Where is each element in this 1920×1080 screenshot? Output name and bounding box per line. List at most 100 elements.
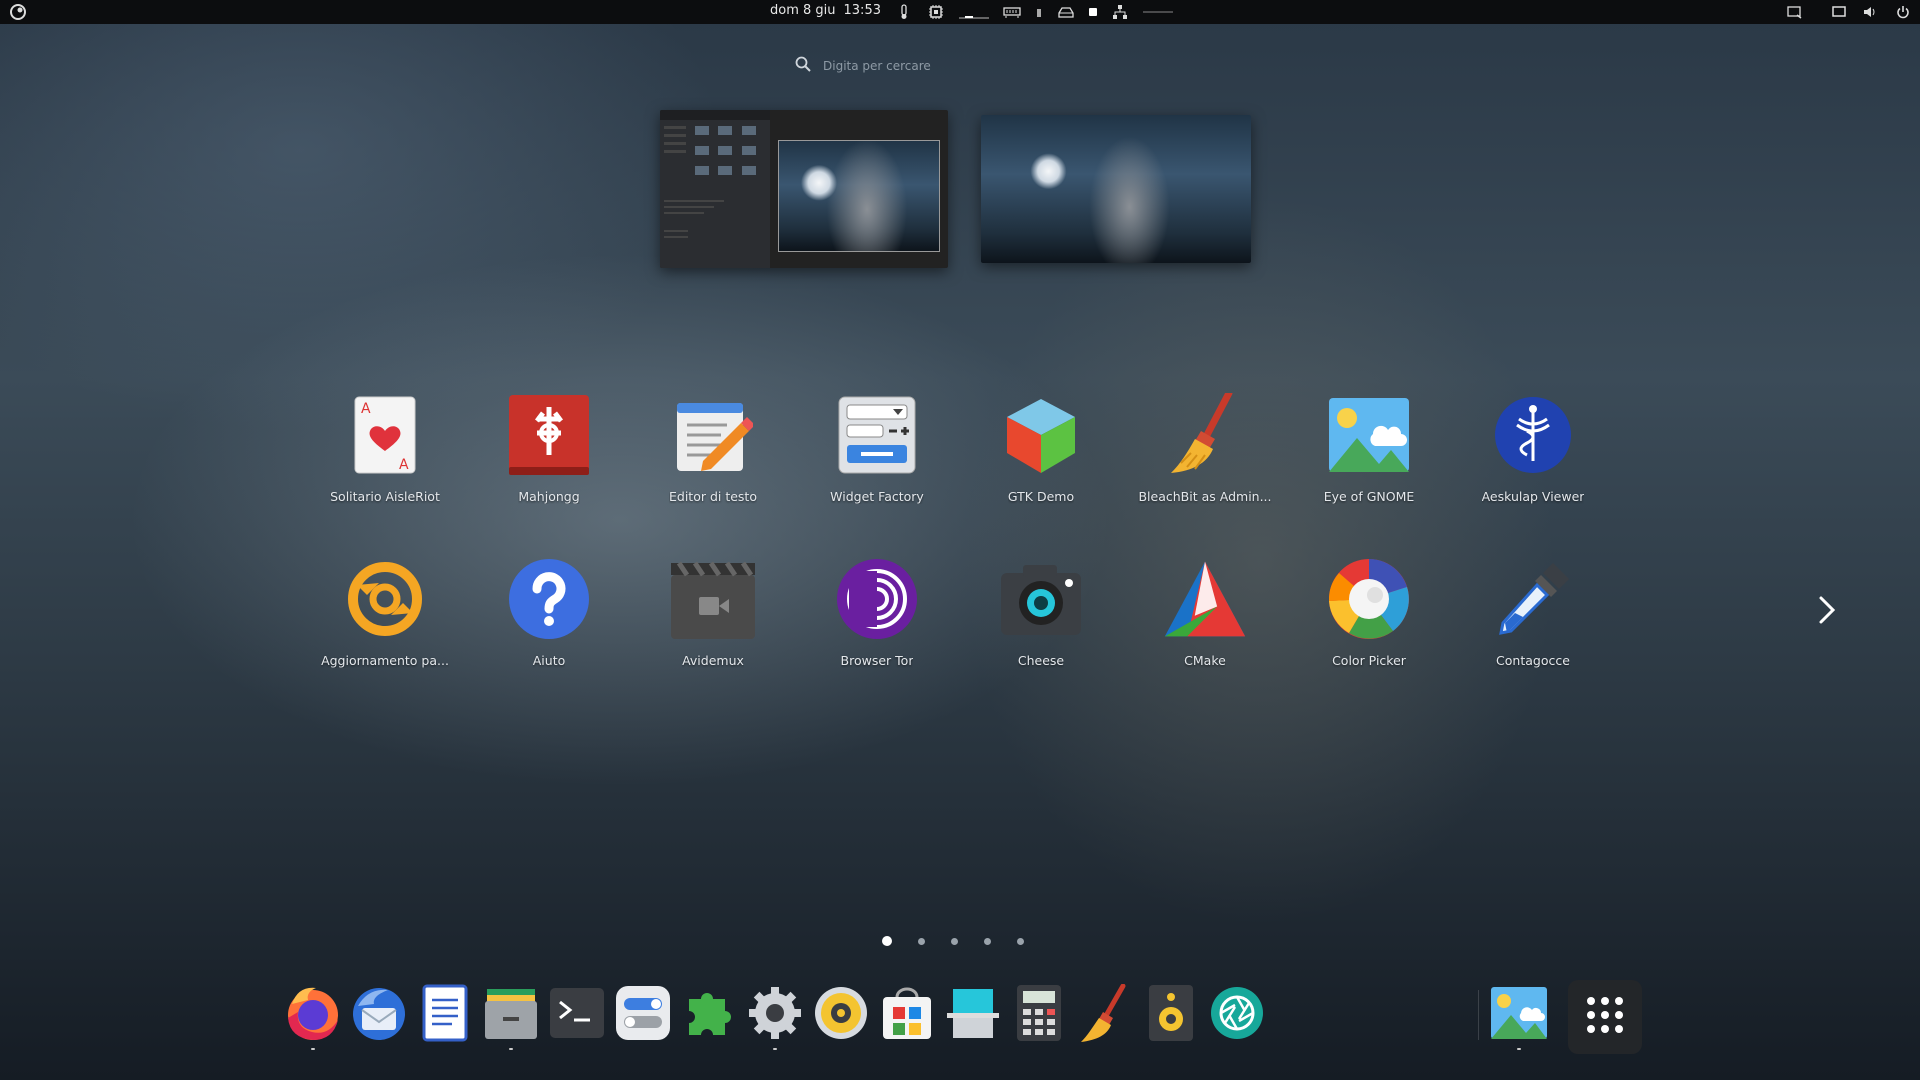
- thermometer-icon: [895, 3, 913, 21]
- svg-text:A: A: [361, 401, 371, 417]
- file-manager-icon: [483, 985, 539, 1045]
- page-dot-4[interactable]: [984, 937, 991, 945]
- eyedropper-icon: [1491, 557, 1575, 641]
- storage-icon: [1057, 3, 1075, 21]
- app-text-editor[interactable]: Editor di testo: [633, 393, 793, 504]
- status-area[interactable]: [1786, 3, 1912, 21]
- display-icon[interactable]: [1830, 3, 1848, 21]
- image-viewer-icon: [1491, 987, 1547, 1043]
- avidemux-icon: [671, 557, 755, 641]
- cpu-icon: [927, 3, 945, 21]
- dock-item-document-writer[interactable]: [416, 984, 474, 1046]
- app-label: Browser Tor: [840, 653, 914, 668]
- app-eyedropper[interactable]: Contagocce: [1453, 557, 1613, 668]
- dock-item-bleachbit[interactable]: [1076, 983, 1134, 1046]
- help-icon: [507, 557, 591, 641]
- screenshot-icon[interactable]: [1786, 3, 1804, 21]
- image-viewer-icon: [1327, 393, 1411, 477]
- cheese-camera-icon: [999, 557, 1083, 641]
- app-cmake[interactable]: CMake: [1125, 557, 1285, 668]
- ram-icon: [1003, 3, 1021, 21]
- app-cheese[interactable]: Cheese: [961, 557, 1121, 668]
- dock-item-file-manager[interactable]: [482, 985, 540, 1050]
- cmake-icon: [1163, 557, 1247, 641]
- search-input[interactable]: [821, 58, 1125, 74]
- dock-item-image-viewer[interactable]: [1490, 986, 1548, 1050]
- app-label: Avidemux: [682, 653, 744, 668]
- dock-item-software-store[interactable]: [878, 986, 936, 1044]
- workspace-thumbnail-2[interactable]: [981, 115, 1251, 263]
- dock-item-tweaks[interactable]: [614, 986, 672, 1044]
- network-graph-icon: [1143, 3, 1173, 21]
- show-apps-button[interactable]: [1568, 980, 1642, 1054]
- network-icon: [1111, 3, 1129, 21]
- time-label: 13:53: [843, 3, 881, 18]
- ram-usage-icon: [1035, 3, 1043, 21]
- app-widget-factory[interactable]: Widget Factory: [797, 393, 957, 504]
- app-bleachbit-admin[interactable]: BleachBit as Admin...: [1125, 393, 1285, 504]
- mahjongg-icon: [507, 393, 591, 477]
- wallpaper-thumbnail: [981, 115, 1251, 263]
- app-software-update[interactable]: Aggiornamento pa...: [305, 557, 465, 668]
- running-indicator: [1517, 1048, 1521, 1050]
- app-avidemux[interactable]: Avidemux: [633, 557, 793, 668]
- app-mahjongg[interactable]: Mahjongg: [469, 393, 629, 504]
- dock-item-calculator[interactable]: [1010, 985, 1068, 1045]
- page-dot-1[interactable]: [882, 936, 892, 946]
- system-monitor-tray[interactable]: [895, 3, 1187, 21]
- dock-separator: [1478, 990, 1479, 1040]
- app-label: Eye of GNOME: [1323, 489, 1415, 504]
- dock-item-music-player[interactable]: [812, 986, 870, 1044]
- dock-item-terminal[interactable]: [548, 986, 606, 1044]
- app-label: Color Picker: [1332, 653, 1406, 668]
- extensions-icon: [681, 985, 737, 1045]
- widget-factory-icon: [835, 393, 919, 477]
- power-icon[interactable]: [1894, 3, 1912, 21]
- app-solitaire[interactable]: AA Solitario AisleRiot: [305, 393, 465, 504]
- app-label: Aiuto: [532, 653, 566, 668]
- dock-item-aperture[interactable]: [1208, 986, 1266, 1044]
- app-color-picker[interactable]: Color Picker: [1289, 557, 1449, 668]
- page-dot-2[interactable]: [918, 937, 925, 945]
- tweaks-icon: [616, 986, 670, 1044]
- firefox-icon: [284, 984, 342, 1046]
- aperture-icon: [1209, 985, 1265, 1045]
- page-dot-3[interactable]: [951, 937, 958, 945]
- bleachbit-icon: [1077, 983, 1133, 1046]
- app-eye-of-gnome[interactable]: Eye of GNOME: [1289, 393, 1449, 504]
- activities-logo-icon[interactable]: [9, 3, 27, 21]
- dock-item-speaker[interactable]: [1142, 985, 1200, 1045]
- app-gtk-demo[interactable]: GTK Demo: [961, 393, 1121, 504]
- music-player-icon: [813, 985, 869, 1045]
- svg-text:A: A: [399, 457, 409, 473]
- thunderbird-icon: [350, 984, 408, 1046]
- document-writer-icon: [420, 984, 470, 1046]
- app-help[interactable]: Aiuto: [469, 557, 629, 668]
- page-dot-5[interactable]: [1017, 937, 1024, 945]
- dock-item-firefox[interactable]: [284, 984, 342, 1050]
- calculator-icon: [1017, 985, 1061, 1045]
- search-box[interactable]: [795, 54, 1135, 78]
- workspace-thumbnail-1[interactable]: [660, 110, 948, 268]
- app-label: CMake: [1184, 653, 1226, 668]
- speaker-icon: [1149, 985, 1193, 1045]
- app-tor-browser[interactable]: Browser Tor: [797, 557, 957, 668]
- settings-gear-icon: [747, 985, 803, 1045]
- image-window-thumbnail: [778, 140, 940, 252]
- next-page-chevron-icon[interactable]: [1815, 592, 1839, 628]
- dock-item-extensions[interactable]: [680, 986, 738, 1044]
- page-indicator: [882, 936, 1024, 946]
- dock-item-scanner[interactable]: [944, 986, 1002, 1044]
- software-update-icon: [343, 557, 427, 641]
- app-label: Aeskulap Viewer: [1481, 489, 1585, 504]
- dock-item-thunderbird[interactable]: [350, 986, 408, 1044]
- volume-icon[interactable]: [1862, 3, 1880, 21]
- clock[interactable]: dom 8 giu 13:53: [770, 3, 889, 18]
- app-aeskulap[interactable]: Aeskulap Viewer: [1453, 393, 1613, 504]
- dock-item-settings[interactable]: [746, 985, 804, 1050]
- aeskulap-icon: [1491, 393, 1575, 477]
- dock: [278, 980, 1644, 1054]
- text-editor-icon: [671, 393, 755, 477]
- solitaire-icon: AA: [343, 393, 427, 477]
- gtk-demo-icon: [999, 393, 1083, 477]
